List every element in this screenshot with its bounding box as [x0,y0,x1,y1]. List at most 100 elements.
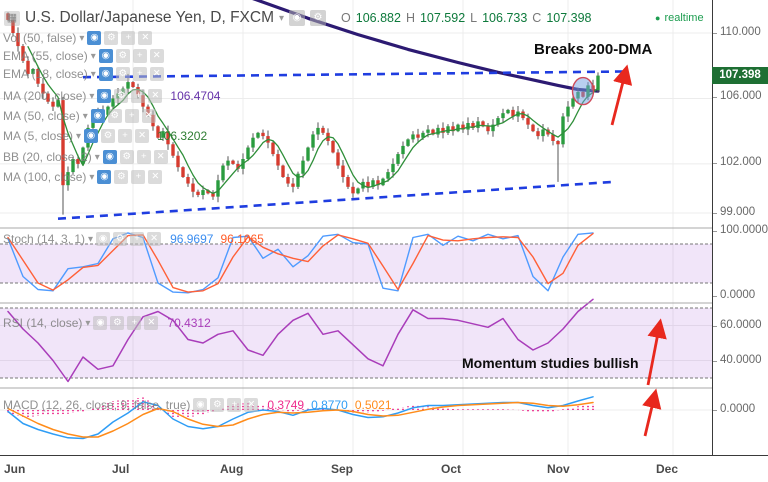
annotation-momentum-bullish: Momentum studies bullish [462,355,639,371]
gear-icon[interactable]: ⚙ [101,129,116,143]
macd-signal-value: 0.5021 [354,398,392,412]
month-label-jun: Jun [4,462,26,476]
realtime-status: ● realtime [655,12,704,24]
chevron-down-icon[interactable]: ▾ [279,13,284,24]
close-icon[interactable]: ✕ [148,170,163,184]
chart-header: ▦ U.S. Dollar/Japanese Yen, D, FXCM ▾ ◉ … [4,9,592,27]
chevron-down-icon[interactable]: ▾ [88,234,93,245]
stoch-d-value: 96.1065 [220,232,264,246]
plus-icon[interactable]: + [130,232,145,246]
chevron-down-icon[interactable]: ▾ [91,69,96,80]
indicator-label[interactable]: BB (20, close, 2) [3,150,92,164]
chevron-down-icon[interactable]: ▾ [95,152,100,163]
gear-icon[interactable]: ⚙ [115,49,130,63]
visibility-icon[interactable]: ◉ [102,150,117,164]
visibility-icon[interactable]: ◉ [84,129,99,143]
visibility-icon[interactable]: ◉ [98,67,113,81]
gear-icon[interactable]: ⚙ [113,232,128,246]
plus-icon[interactable]: + [227,398,242,412]
price-tick-110: 110.000 [713,26,761,38]
close-value: 107.398 [546,11,592,25]
indicator-label[interactable]: MA (5, close) [3,129,73,143]
low-value: 106.733 [482,11,528,25]
time-axis[interactable]: Jun Jul Aug Sep Oct Nov Dec [0,455,768,482]
visibility-icon[interactable]: ◉ [98,49,113,63]
macd-legend: MACD (12, 26, close, 9, false, true) ◉ ⚙… [3,397,392,413]
rsi-tick-40: 40.0000 [713,354,762,366]
stoch-tick-100: 100.0000 [713,224,768,236]
visibility-icon[interactable]: ◉ [97,170,112,184]
gear-icon[interactable]: ⚙ [115,67,130,81]
gear-icon[interactable]: ⚙ [119,150,134,164]
gear-icon[interactable]: ⚙ [114,89,129,103]
month-label-oct: Oct [441,462,462,476]
gear-icon[interactable]: ⚙ [210,398,225,412]
visibility-icon[interactable]: ◉ [289,10,306,26]
close-icon[interactable]: ✕ [244,398,259,412]
close-icon[interactable]: ✕ [138,31,153,45]
chevron-down-icon[interactable]: ▾ [89,91,94,102]
chevron-down-icon[interactable]: ▾ [83,111,88,122]
chevron-down-icon[interactable]: ▾ [79,33,84,44]
plus-icon[interactable]: + [118,129,133,143]
close-icon[interactable]: ✕ [141,109,156,123]
indicator-row-volume: Vol (50, false) ▾ ◉ ⚙ + ✕ [3,30,153,46]
chevron-down-icon[interactable]: ▾ [91,51,96,62]
month-label-nov: Nov [547,462,570,476]
indicator-label[interactable]: MA (100, close) [3,170,86,184]
ohlc-values: O 106.882 H 107.592 L 106.733 C 107.398 [341,11,592,25]
gear-icon[interactable]: ⚙ [110,316,125,330]
close-icon[interactable]: ✕ [147,232,162,246]
indicator-row-ma100: MA (100, close) ▾ ◉ ⚙ + ✕ [3,169,163,185]
visibility-icon[interactable]: ◉ [87,31,102,45]
high-value: 107.592 [419,11,466,25]
chevron-down-icon[interactable]: ▾ [76,131,81,142]
indicator-label[interactable]: MA (50, close) [3,109,80,123]
close-icon[interactable]: ✕ [153,150,168,164]
chevron-down-icon[interactable]: ▾ [89,172,94,183]
plus-icon[interactable]: + [124,109,139,123]
close-icon[interactable]: ✕ [148,89,163,103]
symbol-title[interactable]: U.S. Dollar/Japanese Yen, D, FXCM [25,9,274,27]
gear-icon[interactable]: ⚙ [114,170,129,184]
indicator-label[interactable]: Vol (50, false) [3,31,76,45]
plus-icon[interactable]: + [131,170,146,184]
plus-icon[interactable]: + [132,49,147,63]
gear-icon[interactable]: ⚙ [104,31,119,45]
indicator-label[interactable]: Stoch (14, 3, 1) [3,232,85,246]
indicator-row-ma5: MA (5, close) ▾ ◉ ⚙ + ✕ 106.3202 [3,128,207,144]
stoch-k-value: 96.9697 [170,232,214,246]
visibility-icon[interactable]: ◉ [193,398,208,412]
close-icon[interactable]: ✕ [149,67,164,81]
plus-icon[interactable]: + [136,150,151,164]
plus-icon[interactable]: + [127,316,142,330]
indicator-row-ma200: MA (200, close) ▾ ◉ ⚙ + ✕ 106.4704 [3,88,220,104]
ma5-value: 106.3202 [157,129,208,143]
plus-icon[interactable]: + [121,31,136,45]
indicator-label[interactable]: EMA (55, close) [3,49,88,63]
close-icon[interactable]: ✕ [144,316,159,330]
indicator-label[interactable]: MACD (12, 26, close, 9, false, true) [3,398,190,412]
indicator-label[interactable]: EMA (18, close) [3,67,88,81]
indicator-label[interactable]: MA (200, close) [3,89,86,103]
close-icon[interactable]: ✕ [149,49,164,63]
visibility-icon[interactable]: ◉ [93,316,108,330]
plus-icon[interactable]: + [132,67,147,81]
indicator-row-ema18: EMA (18, close) ▾ ◉ ⚙ + ✕ [3,66,164,82]
gear-icon[interactable]: ⚙ [107,109,122,123]
visibility-icon[interactable]: ◉ [90,109,105,123]
rsi-tick-60: 60.0000 [713,319,762,331]
price-tick-102: 102.000 [713,156,762,168]
close-icon[interactable]: ✕ [135,129,150,143]
gear-icon[interactable]: ⚙ [310,10,327,26]
chevron-down-icon[interactable]: ▾ [85,318,90,329]
macd-tick-0: 0.0000 [712,403,756,415]
indicator-label[interactable]: RSI (14, close) [3,316,82,330]
visibility-icon[interactable]: ◉ [96,232,111,246]
plus-icon[interactable]: + [131,89,146,103]
rsi-value: 70.4312 [167,316,211,330]
open-value: 106.882 [355,11,401,25]
open-label: O [341,11,351,25]
visibility-icon[interactable]: ◉ [97,89,112,103]
indicator-row-ma50: MA (50, close) ▾ ◉ ⚙ + ✕ [3,108,156,124]
